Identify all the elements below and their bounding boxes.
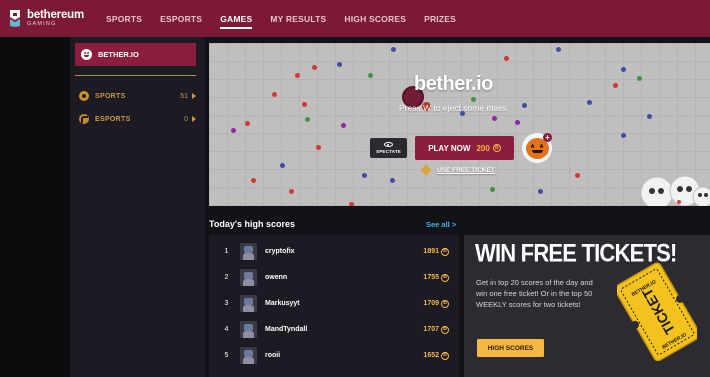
main-nav: SPORTS ESPORTS GAMES MY RESULTS HIGH SCO…: [106, 0, 474, 37]
table-row[interactable]: 3 Markusyyt 1709: [209, 291, 459, 316]
game-canvas[interactable]: bether.io Press W to eject some mass SPE…: [209, 43, 710, 206]
sidebar-item-count: 51: [180, 92, 188, 100]
player-name: rooii: [265, 352, 281, 359]
table-row[interactable]: 4 MandTyndall 1707: [209, 317, 459, 342]
free-ticket-label: USE FREE TICKET: [437, 166, 495, 174]
score: 1891: [423, 248, 439, 255]
chevron-right-icon: [192, 93, 196, 99]
chevron-right-icon: [192, 116, 196, 122]
avatar: [240, 347, 257, 364]
high-scores-button[interactable]: HIGH SCORES: [477, 339, 544, 357]
player-name: cryptofix: [265, 248, 295, 255]
play-now-button[interactable]: PLAY NOW 200: [415, 136, 514, 160]
sidebar-item-count: 0: [184, 115, 188, 123]
coin-icon: [441, 247, 449, 256]
spectate-button[interactable]: SPECTATE: [370, 138, 407, 158]
nav-high-scores[interactable]: HIGH SCORES: [344, 0, 406, 37]
esports-icon: [79, 114, 89, 124]
bethereum-logo-icon: [10, 10, 20, 27]
high-scores-table: 1 cryptofix 1891 2 owenn 1755 3 Markusyy…: [209, 235, 459, 377]
nav-esports[interactable]: ESPORTS: [160, 0, 202, 37]
score: 1652: [423, 352, 439, 359]
avatar: [240, 269, 257, 286]
nav-games[interactable]: GAMES: [220, 0, 253, 37]
score: 1707: [423, 326, 439, 333]
coin-icon: [441, 299, 449, 308]
logo-tagline: GAMING: [27, 21, 57, 27]
nav-sports[interactable]: SPORTS: [106, 0, 142, 37]
avatar: [240, 243, 257, 260]
nav-prizes[interactable]: PRIZES: [424, 0, 456, 37]
rank: 5: [224, 352, 229, 359]
coin-icon: [441, 351, 449, 360]
smiley-icon: [81, 49, 92, 60]
sidebar: BETHER.IO SPORTS 51 ESPORTS 0: [70, 37, 205, 377]
rank: 1: [224, 248, 229, 255]
table-row[interactable]: 5 rooii 1652: [209, 343, 459, 368]
game-overlay: [209, 43, 710, 206]
top-navigation-bar: bethereum GAMING SPORTS ESPORTS GAMES MY…: [0, 0, 710, 37]
player-name: Markusyyt: [265, 300, 300, 307]
play-label: PLAY NOW: [428, 143, 471, 153]
sidebar-item-esports[interactable]: ESPORTS 0: [79, 112, 196, 126]
see-all-link[interactable]: See all >: [426, 220, 456, 229]
table-row[interactable]: 2 owenn 1755: [209, 265, 459, 290]
score: 1709: [423, 300, 439, 307]
sidebar-item-sports[interactable]: SPORTS 51: [79, 89, 196, 103]
ticket-icon: [420, 164, 432, 176]
use-free-ticket-link[interactable]: USE FREE TICKET: [420, 164, 495, 176]
golden-ticket-icon: BETHER.IO TICKET BETHER.IO: [617, 262, 697, 361]
game-hint: Press W to eject some mass: [399, 103, 507, 113]
sidebar-divider: [75, 75, 196, 76]
spectate-label: SPECTATE: [376, 149, 401, 154]
plus-badge: +: [543, 133, 552, 142]
high-scores-title: Today's high scores: [209, 219, 295, 229]
sidebar-item-label: SPORTS: [95, 92, 126, 100]
nav-my-results[interactable]: MY RESULTS: [270, 0, 326, 37]
left-gutter: [0, 37, 70, 377]
coin-icon: [441, 273, 449, 282]
sidebar-item-label: BETHER.IO: [98, 50, 139, 59]
coin-icon: [441, 325, 449, 334]
skull-cells-decoration: [640, 175, 710, 206]
play-cost: 200: [476, 143, 490, 153]
eye-icon: [384, 142, 393, 147]
win-tickets-promo: WIN FREE TICKETS! Get in top 20 scores o…: [464, 235, 710, 377]
logo-name: bethereum: [27, 8, 84, 21]
bethereum-logo[interactable]: bethereum GAMING: [8, 9, 98, 28]
rank: 3: [224, 300, 229, 307]
player-name: MandTyndall: [265, 326, 308, 333]
player-name: owenn: [265, 274, 288, 281]
rank: 4: [224, 326, 229, 333]
avatar: [240, 295, 257, 312]
game-title: bether.io: [414, 73, 493, 95]
sidebar-item-label: ESPORTS: [95, 115, 131, 123]
coin-icon: [492, 144, 501, 152]
rank: 2: [224, 274, 229, 281]
sidebar-item-bether-io[interactable]: BETHER.IO: [75, 43, 196, 66]
score: 1755: [423, 274, 439, 281]
table-row[interactable]: 1 cryptofix 1891: [209, 239, 459, 264]
soccer-ball-icon: [79, 91, 89, 101]
promo-text: Get in top 20 scores of the day and win …: [476, 278, 593, 309]
avatar: [240, 321, 257, 338]
